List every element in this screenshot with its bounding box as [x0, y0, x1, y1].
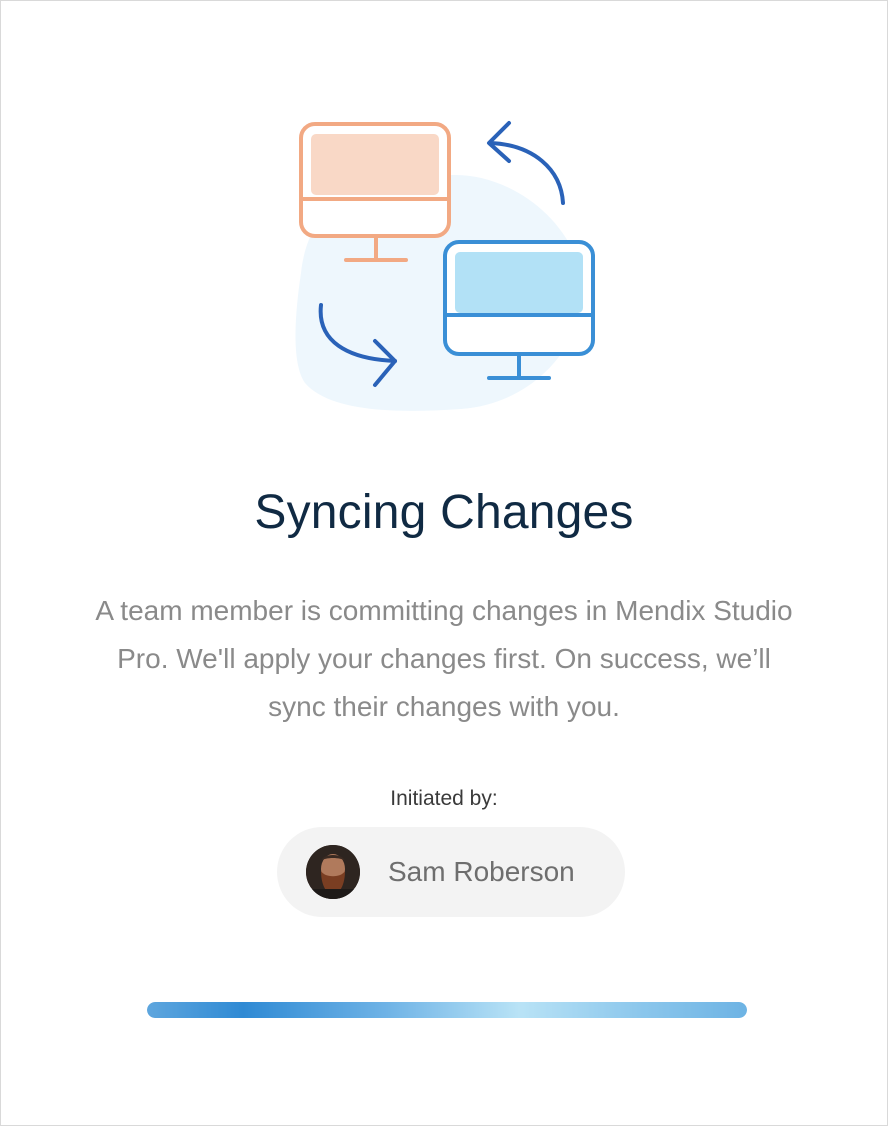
sync-illustration	[295, 121, 595, 411]
user-name: Sam Roberson	[388, 856, 575, 887]
sync-progress-bar	[147, 1002, 747, 1018]
sync-progress-fill	[147, 1002, 747, 1018]
avatar	[306, 845, 360, 899]
dialog-title: Syncing Changes	[254, 486, 634, 539]
dialog-description: A team member is committing changes in M…	[95, 595, 793, 722]
sync-dialog: Syncing Changes A team member is committ…	[0, 0, 888, 1126]
initiated-by-label: Initiated by:	[390, 787, 498, 810]
user-avatar-photo	[306, 845, 360, 899]
user-chip: Sam Roberson	[277, 827, 625, 917]
